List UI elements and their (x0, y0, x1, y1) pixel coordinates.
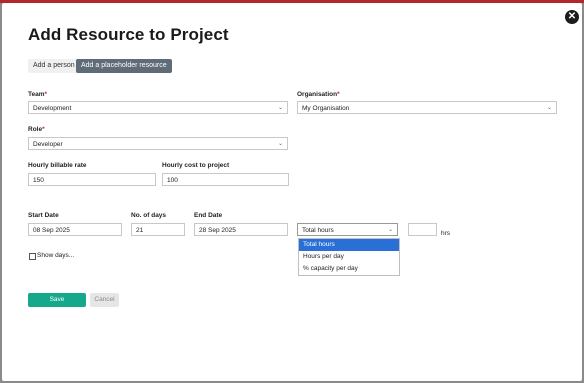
organisation-label: Organisation* (297, 91, 340, 98)
hours-input[interactable] (408, 223, 437, 236)
allocation-type-select[interactable]: Total hours ⌄ (297, 223, 398, 236)
save-button[interactable]: Save (28, 293, 86, 307)
cancel-button[interactable]: Cancel (90, 293, 119, 307)
modal-title: Add Resource to Project (28, 25, 229, 44)
team-label: Team* (28, 91, 48, 98)
dropdown-option-total-hours[interactable]: Total hours (299, 239, 399, 251)
add-resource-modal: ✕ Add Resource to Project Add a person A… (2, 3, 582, 381)
team-select[interactable]: Development ⌄ (28, 101, 288, 114)
billable-rate-input[interactable]: 150 (28, 173, 156, 186)
num-days-label: No. of days (131, 212, 167, 219)
chevron-down-icon: ⌄ (277, 105, 283, 111)
chevron-down-icon: ⌄ (546, 105, 552, 111)
show-days-checkbox[interactable] (29, 253, 36, 260)
tab-add-placeholder[interactable]: Add a placeholder resource (76, 59, 172, 73)
close-icon[interactable]: ✕ (565, 10, 579, 24)
role-select[interactable]: Developer ⌄ (28, 137, 288, 150)
tab-add-person[interactable]: Add a person (28, 59, 80, 73)
hours-unit-label: hrs (441, 230, 451, 237)
dropdown-option-hours-per-day[interactable]: Hours per day (299, 251, 399, 263)
organisation-select[interactable]: My Organisation ⌄ (297, 101, 557, 114)
role-label: Role* (28, 126, 45, 133)
show-days-label[interactable]: Show days... (37, 252, 74, 259)
end-date-label: End Date (194, 212, 223, 219)
cost-rate-label: Hourly cost to project (162, 162, 230, 169)
chevron-down-icon: ⌄ (277, 141, 283, 147)
dropdown-option-capacity-per-day[interactable]: % capacity per day (299, 263, 399, 275)
chevron-down-icon: ⌄ (387, 227, 393, 233)
start-date-input[interactable]: 08 Sep 2025 (28, 223, 122, 236)
start-date-label: Start Date (28, 212, 59, 219)
billable-rate-label: Hourly billable rate (28, 162, 87, 169)
end-date-input[interactable]: 28 Sep 2025 (194, 223, 288, 236)
cost-rate-input[interactable]: 100 (162, 173, 289, 186)
num-days-input[interactable]: 21 (131, 223, 185, 236)
allocation-type-dropdown: Total hours Hours per day % capacity per… (298, 238, 400, 276)
